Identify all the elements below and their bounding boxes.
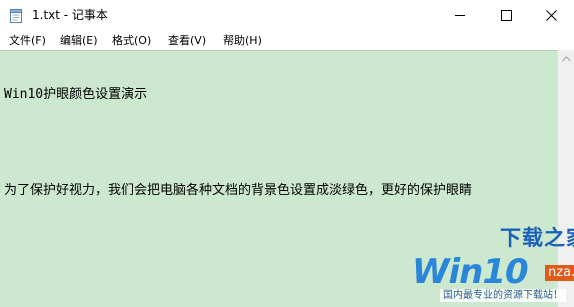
watermark-slogan: 国内最专业的资源下载站！ bbox=[440, 289, 566, 302]
watermark-site: nza.cn bbox=[545, 265, 574, 281]
close-button[interactable] bbox=[528, 0, 574, 31]
notepad-icon[interactable] bbox=[9, 8, 23, 23]
menu-help[interactable]: 帮助(H) bbox=[222, 33, 263, 48]
watermark: 下载之家 Win10 nza.cn 国内最专业的资源下载站！ bbox=[380, 222, 574, 307]
editor-line: Win10护眼颜色设置演示 bbox=[4, 87, 148, 102]
notepad-window: 1.txt - 记事本 文件(F) 编辑(E) 格式(O) 查看(V) 帮助(H… bbox=[0, 0, 574, 307]
menu-format[interactable]: 格式(O) bbox=[111, 33, 152, 48]
scroll-up-arrow-icon bbox=[561, 55, 571, 61]
minimize-button[interactable] bbox=[437, 0, 483, 31]
maximize-button[interactable] bbox=[483, 0, 529, 31]
title-bar[interactable]: 1.txt - 记事本 bbox=[0, 0, 574, 31]
menu-edit[interactable]: 编辑(E) bbox=[59, 33, 99, 48]
scroll-up-button[interactable] bbox=[558, 50, 574, 67]
menu-view[interactable]: 查看(V) bbox=[167, 33, 207, 48]
minimize-icon bbox=[454, 15, 465, 16]
watermark-brand: 下载之家 bbox=[500, 226, 574, 250]
watermark-logo: Win10 bbox=[412, 252, 529, 292]
close-icon bbox=[545, 10, 557, 21]
window-title: 1.txt - 记事本 bbox=[32, 8, 108, 22]
maximize-icon bbox=[500, 10, 512, 21]
editor-content[interactable]: Win10护眼颜色设置演示 为了保护好视力，我们会把电脑各种文档的背景色设置成淡… bbox=[4, 55, 552, 231]
editor-line: 为了保护好视力，我们会把电脑各种文档的背景色设置成淡绿色，更好的保护眼睛 bbox=[4, 183, 473, 198]
menu-file[interactable]: 文件(F) bbox=[8, 33, 47, 48]
menu-bar: 文件(F) 编辑(E) 格式(O) 查看(V) 帮助(H) bbox=[0, 31, 574, 50]
